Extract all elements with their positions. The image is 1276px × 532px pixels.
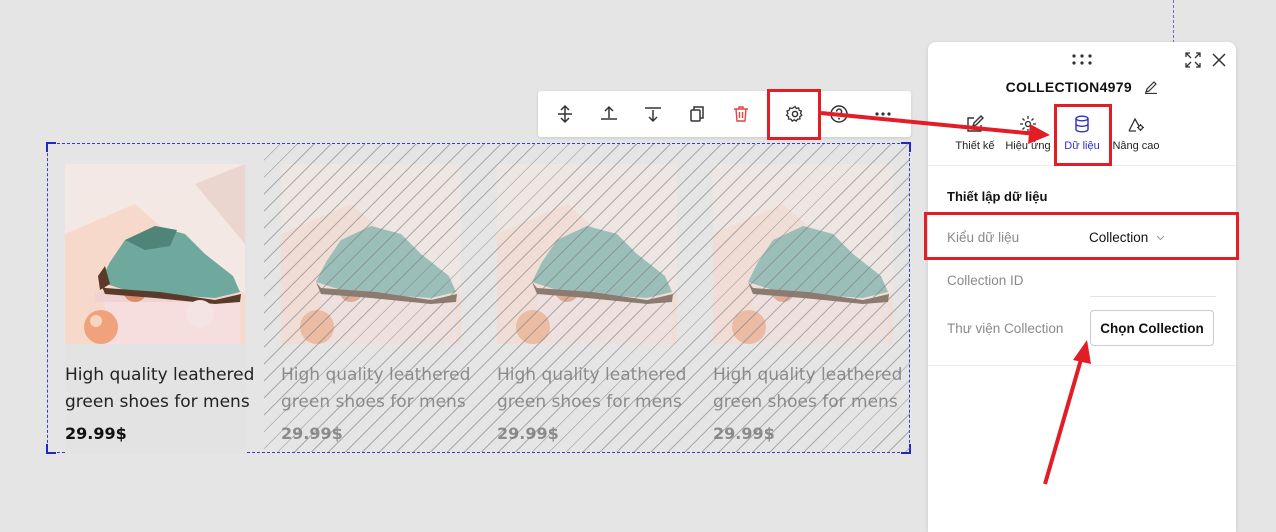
product-price: 29.99$: [497, 424, 559, 443]
more-button[interactable]: [869, 100, 897, 128]
product-card: High quality leathered green shoes for m…: [281, 164, 470, 454]
library-label: Thư viện Collection: [947, 321, 1064, 336]
guide-line: [1173, 0, 1174, 48]
product-title: High quality leathered green shoes for m…: [713, 365, 903, 412]
resize-handle[interactable]: [46, 142, 56, 152]
divider: [928, 365, 1236, 366]
resize-handle[interactable]: [46, 444, 56, 454]
tab-label: Nâng cao: [1112, 140, 1160, 152]
more-horizontal-icon: [875, 112, 891, 116]
product-image: [281, 164, 461, 344]
rename-button[interactable]: [1144, 80, 1158, 99]
section-title: Thiết lập dữ liệu: [947, 189, 1048, 204]
tab-design[interactable]: Thiết kế: [948, 112, 1002, 152]
trash-icon: [734, 106, 748, 122]
annotation-box: [767, 89, 821, 140]
copy-icon: [690, 106, 704, 122]
element-toolbar: [538, 91, 911, 137]
close-icon: [1212, 53, 1226, 67]
close-button[interactable]: [1211, 52, 1227, 73]
product-card: High quality leathered green shoes for m…: [497, 164, 686, 454]
product-price: 29.99$: [65, 424, 127, 443]
tab-label: Hiệu ứng: [1005, 140, 1051, 152]
expand-button[interactable]: [1185, 52, 1201, 73]
product-image: [713, 164, 893, 344]
product-card[interactable]: High quality leathered green shoes for m…: [65, 164, 254, 454]
product-title: High quality leathered green shoes for m…: [497, 365, 687, 412]
sparkle-icon: [1020, 116, 1036, 132]
delete-button[interactable]: [727, 100, 755, 128]
annotation-box: [1054, 104, 1112, 166]
product-price: 29.99$: [713, 424, 775, 443]
expand-icon: [1185, 52, 1201, 68]
align-bottom-button[interactable]: [639, 100, 667, 128]
question-icon: [830, 105, 848, 123]
move-vertical-button[interactable]: [551, 100, 579, 128]
product-image: [65, 164, 245, 344]
collection-id-input[interactable]: [1090, 295, 1216, 297]
align-bottom-icon: [645, 107, 661, 123]
drag-handle[interactable]: [1071, 52, 1093, 70]
collection-id-label: Collection ID: [947, 273, 1024, 288]
drag-dots-icon: [1072, 54, 1092, 65]
align-top-button[interactable]: [595, 100, 623, 128]
product-image: [497, 164, 677, 344]
resize-handle[interactable]: [901, 444, 911, 454]
element-name: COLLECTION4979: [1005, 79, 1132, 95]
duplicate-button[interactable]: [683, 100, 711, 128]
tab-label: Thiết kế: [955, 140, 995, 152]
tab-advanced[interactable]: Nâng cao: [1109, 112, 1163, 152]
edit-pencil-icon: [1145, 81, 1158, 95]
advanced-settings-icon: [1128, 117, 1144, 132]
product-title: High quality leathered green shoes for m…: [65, 365, 255, 412]
product-price: 29.99$: [281, 424, 343, 443]
choose-collection-button[interactable]: Chọn Collection: [1090, 310, 1214, 346]
annotation-box: [924, 212, 1239, 260]
tab-effects[interactable]: Hiệu ứng: [1001, 112, 1055, 152]
pencil-square-icon: [967, 115, 984, 132]
help-button[interactable]: [825, 100, 853, 128]
align-top-icon: [601, 105, 617, 120]
product-card: High quality leathered green shoes for m…: [713, 164, 902, 454]
arrows-vertical-icon: [558, 104, 572, 124]
product-title: High quality leathered green shoes for m…: [281, 365, 471, 412]
collection-element[interactable]: High quality leathered green shoes for m…: [46, 142, 911, 454]
resize-handle[interactable]: [901, 142, 911, 152]
